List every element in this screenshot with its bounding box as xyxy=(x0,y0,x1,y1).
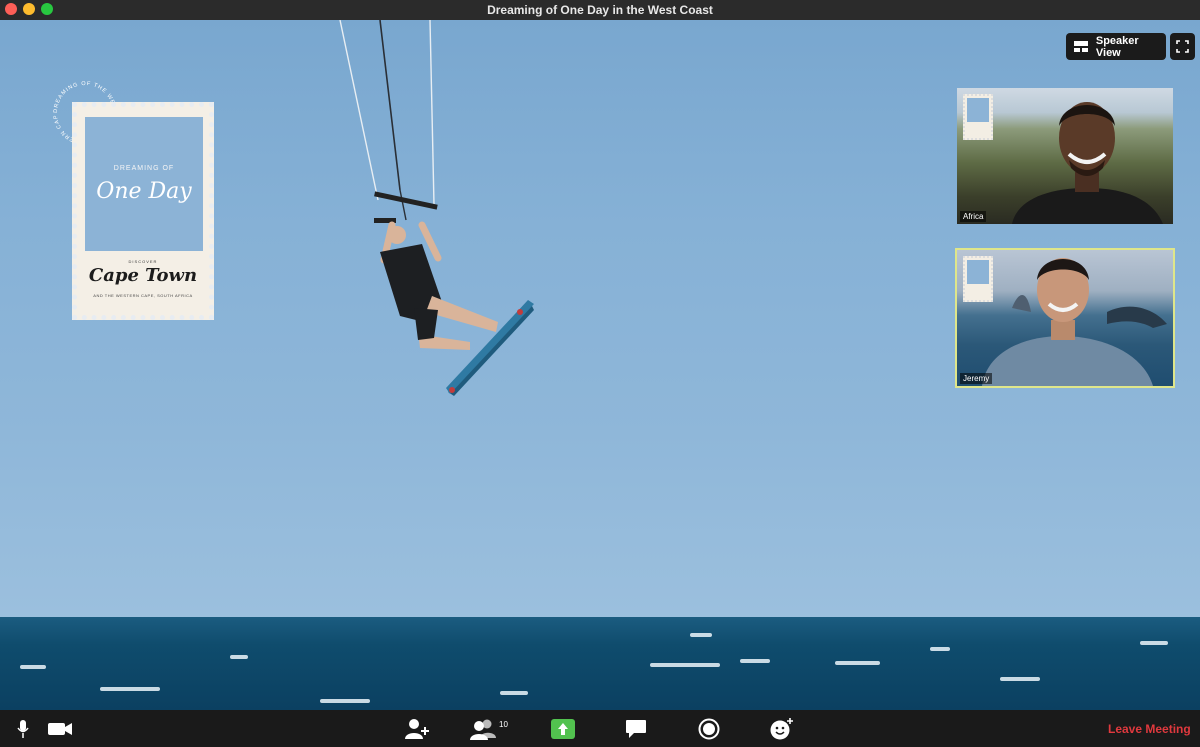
participant-name-label: Jeremy xyxy=(960,373,993,384)
stamp-photo-area: DREAMING OF One Day xyxy=(85,117,203,251)
leave-meeting-button[interactable]: Leave Meeting xyxy=(1108,710,1191,747)
stamp-cape-town-title: Cape Town xyxy=(88,265,198,286)
participant-video-africa xyxy=(1012,102,1163,224)
stamp-subtitle: DREAMING OF xyxy=(113,165,175,172)
stop-video-button[interactable] xyxy=(46,710,74,747)
grid-icon xyxy=(1074,41,1088,52)
fullscreen-button[interactable] xyxy=(1170,33,1195,60)
video-camera-icon xyxy=(48,722,72,735)
participant-tile-jeremy[interactable]: Jeremy xyxy=(955,248,1175,388)
participant-tile-africa[interactable]: Africa xyxy=(957,88,1173,224)
stamp-discover-label: DISCOVER xyxy=(128,259,158,264)
invite-icon xyxy=(405,718,429,739)
record-icon xyxy=(698,718,720,739)
close-window-button[interactable] xyxy=(5,3,17,15)
stamp-title: One Day xyxy=(96,179,192,204)
window-title: Dreaming of One Day in the West Coast xyxy=(487,3,713,17)
participants-count-badge: 10 xyxy=(499,720,508,729)
participant-name-label: Africa xyxy=(960,211,987,222)
share-screen-button[interactable] xyxy=(550,710,576,747)
reactions-button[interactable] xyxy=(768,710,796,747)
participant-video-jeremy xyxy=(982,258,1167,386)
fullscreen-icon xyxy=(1176,40,1189,53)
participants-icon xyxy=(470,719,496,740)
chat-button[interactable] xyxy=(624,710,648,747)
invite-button[interactable] xyxy=(402,710,432,747)
share-screen-icon xyxy=(551,718,575,739)
speaker-view-button[interactable]: Speaker View xyxy=(1066,33,1166,60)
mute-button[interactable] xyxy=(12,710,34,747)
ocean-background xyxy=(0,617,1200,710)
reactions-icon xyxy=(770,717,793,739)
kitesurfer-image xyxy=(339,20,534,396)
zoom-window-button[interactable] xyxy=(41,3,53,15)
minimize-window-button[interactable] xyxy=(23,3,35,15)
stamp-footer: AND THE WESTERN CAPE, SOUTH AFRICA xyxy=(93,293,193,298)
microphone-icon xyxy=(17,719,29,738)
chat-icon xyxy=(626,719,646,738)
stamp-card: DREAMING OF One Day DISCOVER Cape Town A… xyxy=(72,102,214,320)
meeting-toolbar: 10 Leave Meeting xyxy=(0,710,1200,747)
window-titlebar: Dreaming of One Day in the West Coast xyxy=(0,0,1200,20)
participants-button[interactable] xyxy=(468,710,498,747)
record-button[interactable] xyxy=(697,710,721,747)
speaker-view-label: Speaker View xyxy=(1095,34,1139,59)
window-controls xyxy=(5,3,53,15)
